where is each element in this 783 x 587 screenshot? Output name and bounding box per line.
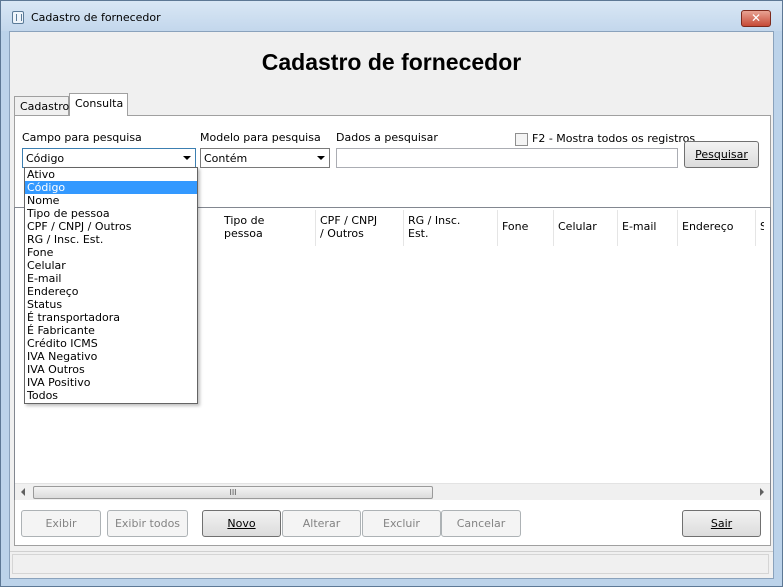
col-header-tipo-pessoa[interactable]: Tipo de pessoa [220,210,316,246]
search-data-input[interactable] [336,148,678,168]
dropdown-option[interactable]: Fone [25,246,197,259]
alterar-label: Alterar [302,517,341,530]
excluir-label: Excluir [383,517,420,530]
dropdown-option[interactable]: Código [25,181,197,194]
pesquisar-button-label: Pesquisar [695,148,748,161]
novo-button[interactable]: Novo [202,510,281,537]
exibir-todos-button[interactable]: Exibir todos [107,510,188,537]
chevron-down-icon [317,156,325,160]
scroll-grip: III [229,488,237,497]
dropdown-option[interactable]: Todos [25,389,197,402]
scroll-right-icon[interactable] [760,488,764,496]
dropdown-option[interactable]: IVA Positivo [25,376,197,389]
cancelar-button[interactable]: Cancelar [441,510,521,537]
col-header-status[interactable]: S [756,210,764,246]
horizontal-scrollbar[interactable]: III [15,483,770,500]
show-all-label: F2 - Mostra todos os registros [532,132,696,145]
col-header-celular[interactable]: Celular [554,210,618,246]
col-header-rg[interactable]: RG / Insc. Est. [404,210,498,246]
dropdown-option[interactable]: Tipo de pessoa [25,207,197,220]
dropdown-option[interactable]: CPF / CNPJ / Outros [25,220,197,233]
search-model-select[interactable]: Contém [200,148,330,168]
dropdown-option[interactable]: É Fabricante [25,324,197,337]
page-title: Cadastro de fornecedor [261,49,522,75]
col-header-endereco[interactable]: Endereço [678,210,756,246]
pesquisar-button[interactable]: Pesquisar [684,141,759,168]
search-field-dropdown[interactable]: Ativo Código Nome Tipo de pessoa CPF / CNPJ … [24,167,198,404]
dropdown-option[interactable]: RG / Insc. Est. [25,233,197,246]
app-window: Cadastro de fornecedor ✕ Cadastro de for… [0,0,783,587]
scroll-thumb[interactable]: III [33,486,433,499]
header-panel: Cadastro de fornecedor [10,32,773,92]
dropdown-option[interactable]: Status [25,298,197,311]
exibir-button[interactable]: Exibir [21,510,101,537]
excluir-button[interactable]: Excluir [362,510,441,537]
show-all-checkbox[interactable] [515,133,528,146]
scroll-left-icon[interactable] [21,488,25,496]
search-data-label: Dados a pesquisar [336,131,438,144]
dropdown-option[interactable]: Ativo [25,168,197,181]
dropdown-option[interactable]: É transportadora [25,311,197,324]
dropdown-option[interactable]: IVA Outros [25,363,197,376]
sair-label: Sair [710,517,733,530]
tab-consulta[interactable]: Consulta [69,93,128,116]
dropdown-option[interactable]: IVA Negativo [25,350,197,363]
search-field-select[interactable]: Código [22,148,196,168]
dropdown-option[interactable]: Nome [25,194,197,207]
status-panel [12,554,769,574]
chevron-down-icon [183,156,191,160]
app-icon [12,11,24,24]
alterar-button[interactable]: Alterar [282,510,361,537]
exibir-todos-label: Exibir todos [114,517,181,530]
col-header-email[interactable]: E-mail [618,210,678,246]
search-field-label: Campo para pesquisa [22,131,142,144]
cancelar-label: Cancelar [456,517,506,530]
col-header-cpf-cnpj[interactable]: CPF / CNPJ / Outros [316,210,404,246]
col-header-fone[interactable]: Fone [498,210,554,246]
dropdown-option[interactable]: Celular [25,259,197,272]
dropdown-option[interactable]: E-mail [25,272,197,285]
dropdown-option[interactable]: Endereço [25,285,197,298]
novo-label: Novo [227,517,256,530]
close-button[interactable]: ✕ [741,10,771,27]
exibir-label: Exibir [45,517,77,530]
title-bar[interactable]: Cadastro de fornecedor ✕ [1,1,782,31]
search-model-value: Contém [204,152,248,165]
search-field-value: Código [26,152,65,165]
window-title: Cadastro de fornecedor [31,11,161,24]
dropdown-option[interactable]: Crédito ICMS [25,337,197,350]
status-bar [10,551,773,577]
tab-cadastro[interactable]: Cadastro [14,96,69,115]
sair-button[interactable]: Sair [682,510,761,537]
search-model-label: Modelo para pesquisa [200,131,321,144]
